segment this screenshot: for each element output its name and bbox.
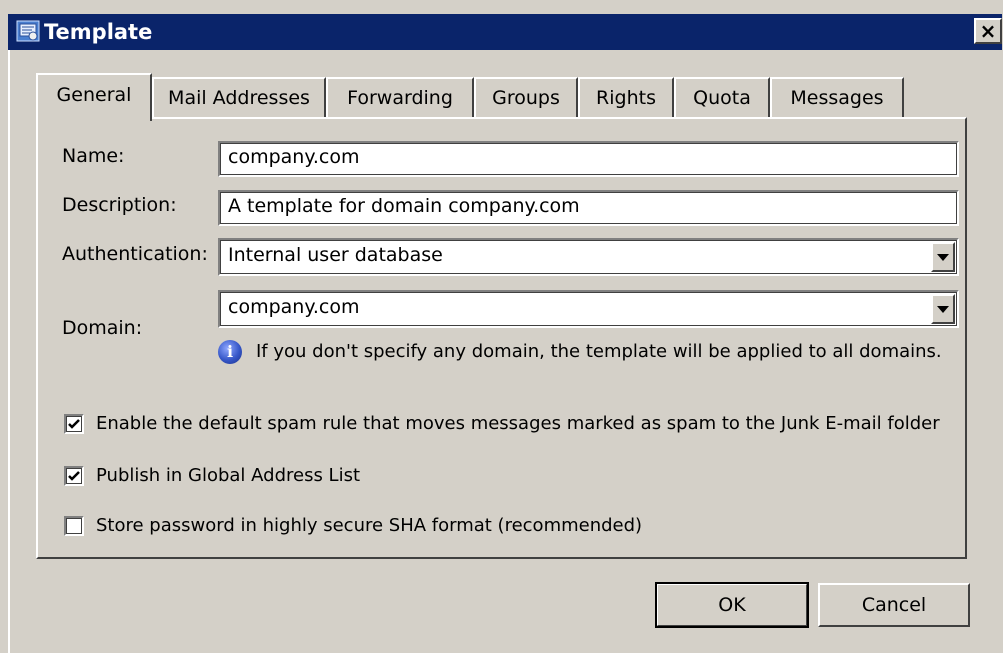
template-dialog: Template × General Mail Addresses Forwar…	[0, 0, 1003, 653]
tab-label: Messages	[790, 87, 884, 109]
ok-button-label: OK	[718, 594, 746, 616]
tab-groups[interactable]: Groups	[474, 77, 578, 117]
tab-label: General	[56, 84, 132, 106]
tab-messages[interactable]: Messages	[770, 77, 904, 117]
tab-rights[interactable]: Rights	[578, 77, 674, 117]
tab-label: Groups	[492, 87, 560, 109]
close-button[interactable]: ×	[974, 18, 1002, 44]
cancel-button[interactable]: Cancel	[818, 583, 970, 627]
tab-mail-addresses[interactable]: Mail Addresses	[152, 77, 326, 117]
tab-general[interactable]: General	[36, 73, 152, 121]
title-bar[interactable]: Template ×	[8, 14, 1002, 50]
close-icon: ×	[979, 19, 997, 43]
ok-button[interactable]: OK	[655, 582, 809, 628]
tab-label: Quota	[693, 87, 751, 109]
general-tab-panel	[36, 117, 967, 559]
template-app-icon	[16, 20, 40, 42]
tab-forwarding[interactable]: Forwarding	[326, 77, 474, 117]
window-edge	[8, 50, 10, 653]
tab-label: Rights	[596, 87, 656, 109]
cancel-button-label: Cancel	[861, 594, 927, 616]
tab-label: Forwarding	[347, 87, 453, 109]
tab-label: Mail Addresses	[168, 87, 310, 109]
tab-quota[interactable]: Quota	[674, 77, 770, 117]
window-title: Template	[44, 20, 153, 44]
